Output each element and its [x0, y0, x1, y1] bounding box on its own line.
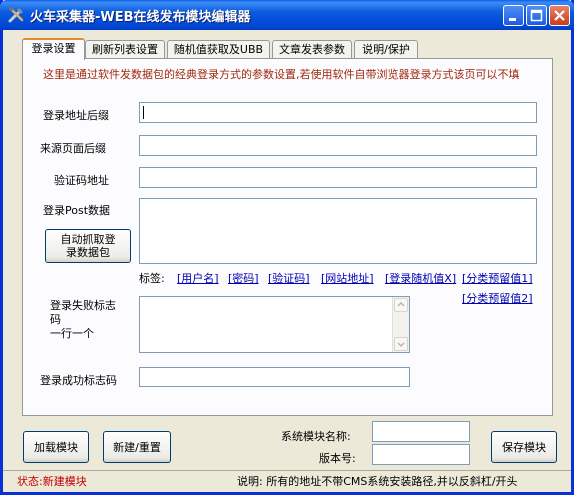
- window-title: 火车采集器-WEB在线发布模块编辑器: [30, 10, 251, 25]
- post-data-textarea[interactable]: [139, 198, 537, 264]
- login-url-label: 登录地址后缀: [43, 109, 109, 122]
- text-caret: [143, 106, 144, 119]
- title-bar[interactable]: 火车采集器-WEB在线发布模块编辑器: [0, 0, 574, 30]
- tab-random-ubb[interactable]: 随机值获取及UBB: [167, 40, 270, 58]
- tag-category-reserve-2[interactable]: [分类预留值2]: [462, 290, 533, 306]
- referer-label: 来源页面后缀: [40, 142, 106, 155]
- auto-capture-button-label: 自动抓取登录数据包: [60, 233, 116, 259]
- tab-article-params[interactable]: 文章发表参数: [272, 40, 352, 58]
- tag-site-url[interactable]: [网站地址]: [321, 270, 374, 286]
- success-marker-input[interactable]: [139, 367, 410, 387]
- save-module-button[interactable]: 保存模块: [491, 431, 557, 463]
- status-text: 状态:新建模块: [17, 475, 87, 488]
- status-divider: [3, 470, 571, 471]
- captcha-url-label: 验证码地址: [54, 174, 109, 187]
- tags-label: 标签:: [139, 272, 165, 285]
- tag-category-reserve-1[interactable]: [分类预留值1]: [462, 270, 533, 286]
- new-reset-button[interactable]: 新建/重置: [103, 431, 171, 463]
- tab-login-settings[interactable]: 登录设置: [22, 38, 85, 60]
- close-icon: [554, 10, 565, 21]
- fail-marker-textarea[interactable]: [139, 296, 410, 353]
- tag-login-random[interactable]: [登录随机值X]: [385, 270, 456, 286]
- chevron-down-icon: [397, 342, 405, 348]
- minimize-button[interactable]: [503, 5, 524, 26]
- tag-captcha[interactable]: [验证码]: [268, 270, 310, 286]
- chevron-up-icon: [397, 301, 405, 307]
- minimize-icon: [509, 18, 516, 21]
- tab-about-protect[interactable]: 说明/保护: [354, 40, 418, 58]
- referer-input[interactable]: [139, 135, 537, 156]
- fail-marker-scrollbar[interactable]: [392, 297, 409, 352]
- tab-refresh-list[interactable]: 刷新列表设置: [85, 40, 165, 58]
- scroll-up-button[interactable]: [394, 298, 408, 312]
- captcha-url-input[interactable]: [139, 167, 537, 188]
- post-data-label: 登录Post数据: [43, 204, 111, 217]
- success-marker-label: 登录成功标志码: [40, 374, 117, 387]
- status-bar: 状态:新建模块 说明: 所有的地址不带CMS系统安装路径,并以反斜杠/开头: [3, 470, 571, 492]
- module-name-label: 系统模块名称:: [281, 430, 351, 443]
- status-note: 说明: 所有的地址不带CMS系统安装路径,并以反斜杠/开头: [237, 475, 518, 488]
- maximize-icon: [530, 9, 543, 22]
- version-input[interactable]: [372, 444, 470, 465]
- tag-password[interactable]: [密码]: [228, 270, 259, 286]
- maximize-button[interactable]: [526, 5, 547, 26]
- tools-icon: [8, 7, 24, 23]
- close-button[interactable]: [549, 5, 570, 26]
- fail-marker-label: 登录失败标志码 一行一个: [50, 299, 116, 340]
- app-window: 火车采集器-WEB在线发布模块编辑器 登录设置 刷新列表设置 随机值获取及UBB…: [0, 0, 574, 495]
- tag-username[interactable]: [用户名]: [177, 270, 219, 286]
- scroll-down-button[interactable]: [394, 337, 408, 351]
- login-url-input[interactable]: [139, 102, 537, 123]
- login-hint: 这里是通过软件发数据包的经典登录方式的参数设置,若使用软件自带浏览器登录方式该页…: [43, 68, 520, 81]
- load-module-button[interactable]: 加载模块: [23, 431, 89, 463]
- auto-capture-button[interactable]: 自动抓取登录数据包: [45, 229, 131, 263]
- module-name-input[interactable]: [372, 421, 470, 442]
- version-label: 版本号:: [319, 452, 356, 465]
